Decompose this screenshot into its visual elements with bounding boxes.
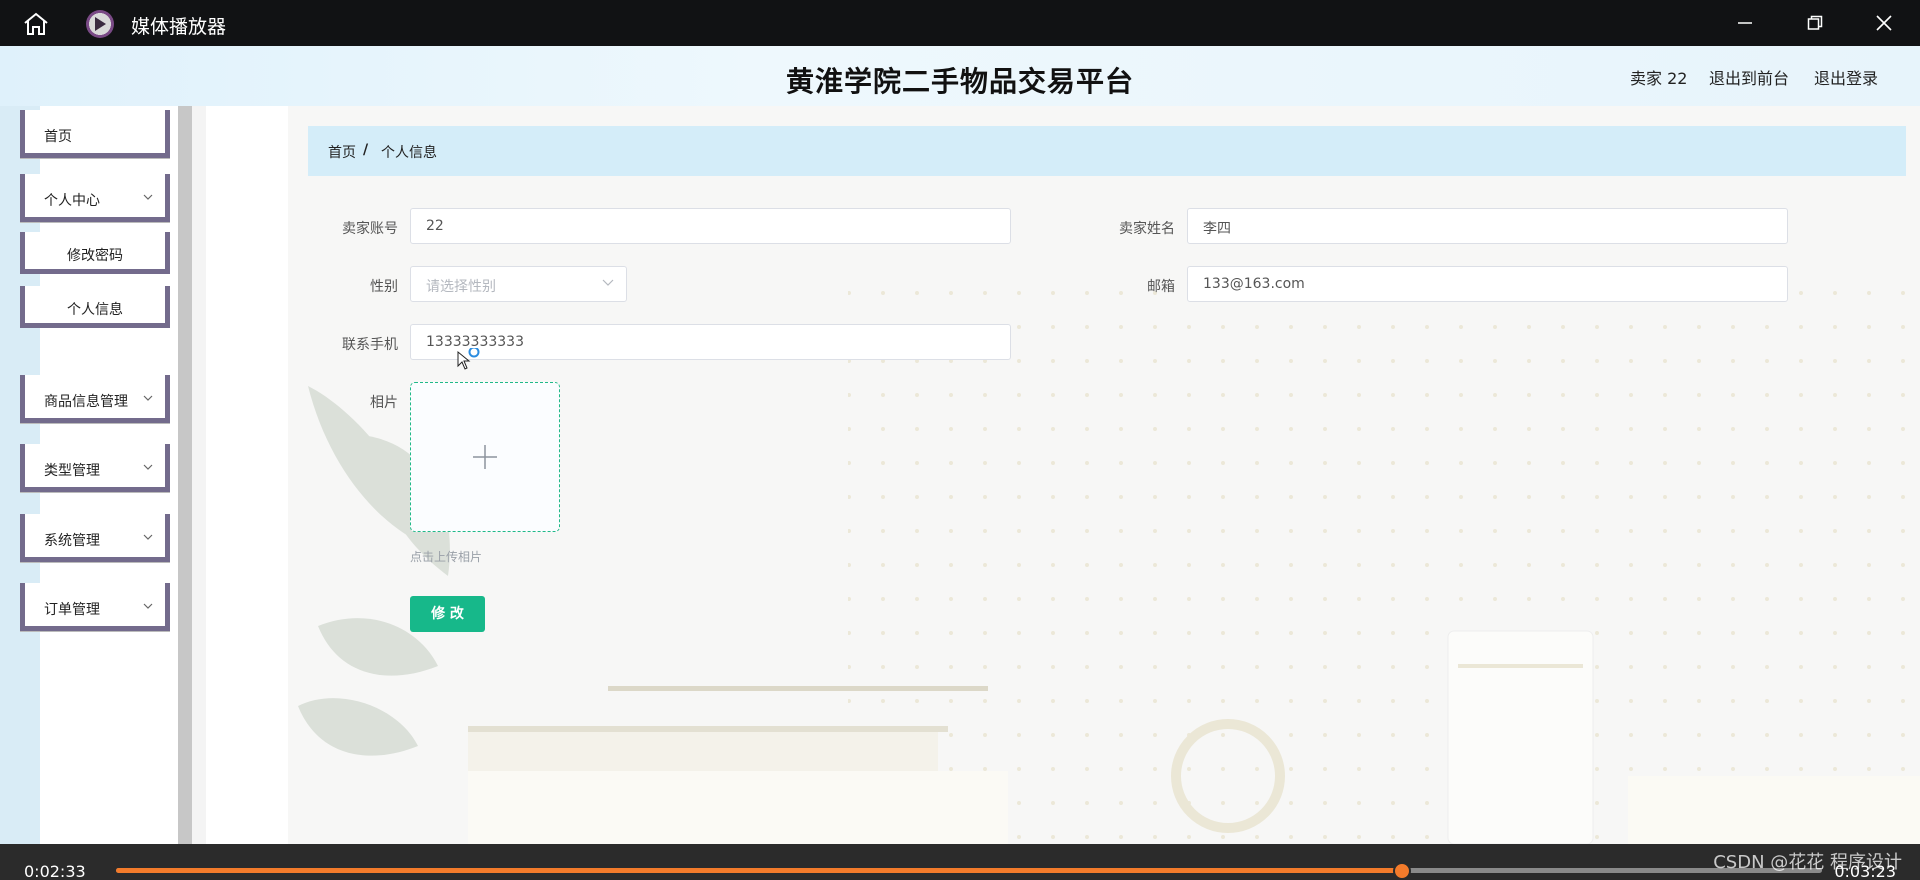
sidebar-menu: 首页 个人中心 修改密码 个人信息 商品信息管理 类型管理 系统管理 订单管理 — [20, 106, 192, 844]
app-title: 媒体播放器 — [131, 16, 227, 38]
web-page: 黄淮学院二手物品交易平台 卖家 22 退出到前台 退出登录 首页 个人中心 修改… — [0, 46, 1920, 844]
player-control-bar: 0:02:33 CSDN @花花 程序设计 0:03:23 — [0, 844, 1920, 880]
chevron-down-icon — [143, 464, 153, 470]
seller-account-label: 卖家账号 — [342, 221, 398, 237]
sidebar-item-label: 类型管理 — [44, 463, 100, 479]
phone-label: 联系手机 — [342, 337, 398, 353]
exit-to-front-link[interactable]: 退出到前台 — [1709, 65, 1789, 89]
email-value: 133@163.com — [1203, 276, 1305, 292]
sidebar-item-label: 商品信息管理 — [44, 394, 128, 410]
sidebar-item-home[interactable]: 首页 — [20, 110, 170, 158]
sidebar-item-label: 系统管理 — [44, 533, 100, 549]
chevron-down-icon — [602, 279, 614, 286]
email-input[interactable]: 133@163.com — [1187, 266, 1788, 302]
upload-tip: 点击上传相片 — [410, 550, 483, 564]
chevron-down-icon — [143, 395, 153, 401]
seller-account-value: 22 — [426, 218, 444, 234]
gender-label: 性别 — [370, 279, 398, 295]
sidebar-item-personal-center[interactable]: 个人中心 — [20, 174, 170, 222]
chevron-down-icon — [143, 603, 153, 609]
content-gutter — [206, 106, 288, 844]
site-header: 黄淮学院二手物品交易平台 卖家 22 退出到前台 退出登录 — [0, 46, 1920, 106]
modify-button[interactable]: 修 改 — [410, 596, 485, 632]
breadcrumb-home-link[interactable]: 首页 — [328, 142, 356, 162]
logout-link[interactable]: 退出登录 — [1814, 65, 1878, 89]
close-icon[interactable] — [1869, 8, 1899, 38]
seller-account-input[interactable]: 22 — [410, 208, 1011, 244]
sidebar-item-label: 个人中心 — [44, 193, 100, 209]
seller-name-value: 李四 — [1203, 221, 1231, 237]
current-user-label: 卖家 22 — [1630, 69, 1688, 88]
gender-select[interactable]: 请选择性别 — [410, 266, 627, 302]
sidebar-item-type-management[interactable]: 类型管理 — [20, 444, 170, 492]
home-icon[interactable] — [22, 12, 50, 36]
sidebar-item-system-management[interactable]: 系统管理 — [20, 514, 170, 562]
sidebar-item-label: 个人信息 — [67, 302, 123, 318]
main-content: 首页 / 个人信息 卖家账号 22 卖家姓名 李四 性别 请选择性别 邮箱 13… — [288, 106, 1920, 844]
seek-bar[interactable] — [116, 862, 1822, 880]
email-label: 邮箱 — [1147, 279, 1175, 295]
seller-name-input[interactable]: 李四 — [1187, 208, 1788, 244]
seek-bar-progress — [116, 868, 1403, 873]
media-player-app-icon — [86, 10, 114, 38]
sidebar-item-label: 订单管理 — [44, 602, 100, 618]
sidebar-item-label: 首页 — [44, 129, 72, 145]
mouse-cursor-icon — [457, 348, 480, 370]
sidebar-item-goods-management[interactable]: 商品信息管理 — [20, 375, 170, 423]
chevron-down-icon — [143, 534, 153, 540]
total-time: 0:03:23 — [1834, 862, 1896, 880]
seller-name-label: 卖家姓名 — [1119, 221, 1175, 237]
restore-icon[interactable] — [1800, 8, 1830, 38]
seek-handle[interactable] — [1393, 862, 1412, 880]
gender-placeholder: 请选择性别 — [426, 279, 496, 295]
chevron-down-icon — [143, 194, 153, 200]
sidebar-item-label: 修改密码 — [67, 248, 123, 264]
sidebar-item-personal-info[interactable]: 个人信息 — [20, 286, 170, 328]
sidebar-item-change-password[interactable]: 修改密码 — [20, 232, 170, 274]
breadcrumb: 首页 / 个人信息 — [308, 126, 1906, 176]
phone-input[interactable]: 13333333333 — [410, 324, 1011, 360]
photo-upload-box[interactable] — [410, 382, 560, 532]
photo-label: 相片 — [370, 395, 398, 411]
player-title-bar: 媒体播放器 — [0, 0, 1920, 46]
breadcrumb-current: 个人信息 — [381, 145, 437, 161]
minimize-icon[interactable] — [1730, 8, 1760, 38]
plus-icon — [473, 445, 497, 469]
sidebar-item-order-management[interactable]: 订单管理 — [20, 583, 170, 631]
breadcrumb-separator: / — [363, 142, 369, 158]
current-time: 0:02:33 — [24, 862, 86, 880]
